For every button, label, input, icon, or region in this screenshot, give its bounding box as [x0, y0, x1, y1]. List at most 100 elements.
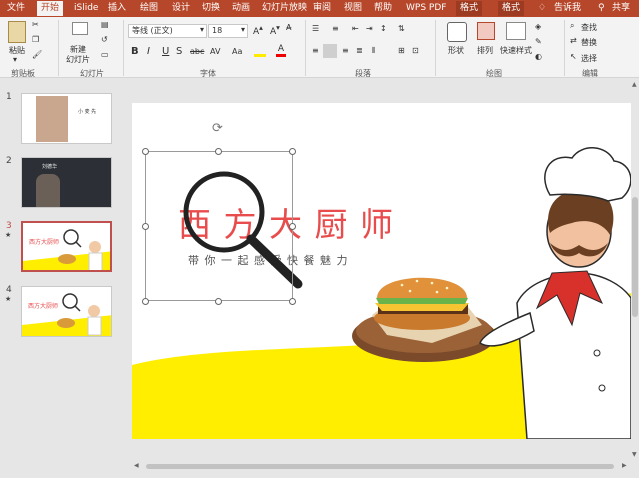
align-text-icon[interactable]: ⊞: [398, 46, 405, 55]
tab-review[interactable]: 审阅: [309, 1, 335, 16]
line-spacing-icon[interactable]: ↕: [380, 24, 387, 33]
italic-button[interactable]: I: [147, 46, 150, 57]
resize-handle[interactable]: [215, 148, 222, 155]
find-button[interactable]: 查找: [581, 22, 597, 33]
tab-draw[interactable]: 绘图: [136, 1, 162, 16]
shape-outline-icon[interactable]: ✎: [535, 37, 542, 46]
increase-indent-icon[interactable]: ⇥: [366, 24, 373, 33]
select-button[interactable]: 选择: [581, 53, 597, 64]
clear-format-icon[interactable]: A̶: [286, 23, 291, 32]
paste-icon[interactable]: [8, 21, 26, 43]
ribbon-tab-bar: 文件 开始 iSlide 插入 绘图 设计 切换 动画 幻灯片放映 审阅 视图 …: [0, 0, 639, 17]
tab-slideshow[interactable]: 幻灯片放映: [258, 1, 311, 16]
grow-font-icon[interactable]: A▴: [253, 23, 263, 37]
cut-icon[interactable]: ✂: [32, 20, 39, 29]
tab-format-2[interactable]: 格式: [498, 1, 525, 16]
scroll-thumb[interactable]: [146, 464, 614, 469]
strikethrough-button[interactable]: abc: [190, 47, 204, 56]
shape-effects-icon[interactable]: ◐: [535, 52, 542, 61]
change-case-button[interactable]: Aa: [232, 47, 242, 56]
thumb-title: 西方大厨师: [29, 239, 60, 246]
tell-me-box[interactable]: 告诉我: [550, 1, 585, 16]
shadow-button[interactable]: S: [176, 46, 182, 57]
arrange-button[interactable]: 排列: [477, 45, 493, 56]
slide-number: 3: [6, 221, 12, 231]
section-icon[interactable]: ▭: [101, 50, 109, 59]
layout-icon[interactable]: ▤: [101, 20, 109, 29]
font-name-select[interactable]: 等线 (正文): [128, 24, 207, 38]
resize-handle[interactable]: [289, 223, 296, 230]
tab-insert[interactable]: 插入: [104, 1, 130, 16]
tab-home[interactable]: 开始: [37, 1, 64, 16]
slide-thumbnail-1[interactable]: 小 麦 先: [21, 93, 112, 144]
numbering-icon[interactable]: ≡: [332, 24, 339, 33]
tab-transitions[interactable]: 切换: [198, 1, 224, 16]
columns-icon[interactable]: ⫴: [372, 46, 375, 56]
shapes-button[interactable]: 形状: [448, 45, 464, 56]
scroll-right-icon[interactable]: ▶: [622, 462, 627, 469]
tab-islide[interactable]: iSlide: [70, 1, 102, 16]
replace-button[interactable]: 替换: [581, 37, 597, 48]
thumb-title: 西方大厨师: [28, 303, 59, 310]
text-direction-icon[interactable]: ⇅: [398, 24, 405, 33]
copy-icon[interactable]: ❐: [32, 35, 39, 44]
tab-file[interactable]: 文件: [3, 1, 29, 16]
slide-number: 4: [6, 285, 12, 295]
resize-handle[interactable]: [142, 223, 149, 230]
rotate-handle-icon[interactable]: ⟳: [212, 121, 223, 136]
resize-handle[interactable]: [215, 298, 222, 305]
quick-styles-icon[interactable]: [506, 22, 526, 40]
slide-thumbnail-4[interactable]: 西方大厨师: [21, 286, 112, 337]
divider: [58, 20, 59, 76]
resize-handle[interactable]: [142, 298, 149, 305]
highlight-icon[interactable]: [254, 46, 266, 57]
smartart-icon[interactable]: ⊡: [412, 46, 419, 55]
reset-icon[interactable]: ↺: [101, 35, 108, 44]
bold-button[interactable]: B: [131, 46, 139, 57]
align-left-icon[interactable]: ≡: [312, 46, 319, 55]
align-right-icon[interactable]: ≡: [342, 46, 349, 55]
chevron-down-icon[interactable]: ▾: [241, 25, 245, 34]
font-color-icon[interactable]: A: [276, 45, 286, 57]
selection-box[interactable]: [145, 151, 293, 301]
shrink-font-icon[interactable]: A▾: [270, 23, 280, 37]
slide-thumbnail-3[interactable]: 西方大厨师: [21, 221, 112, 272]
arrange-icon[interactable]: [477, 22, 495, 40]
justify-icon[interactable]: ≣: [356, 46, 363, 55]
resize-handle[interactable]: [142, 148, 149, 155]
tab-wps-pdf[interactable]: WPS PDF: [402, 1, 450, 16]
horizontal-scrollbar[interactable]: ◀ ▶: [132, 462, 631, 471]
slide-number: 1: [6, 92, 12, 102]
format-painter-icon[interactable]: 🖌: [32, 50, 42, 59]
scroll-left-icon[interactable]: ◀: [134, 462, 139, 469]
ribbon-home: 粘贴 ▾ ✂ ❐ 🖌 剪贴板 新建 幻灯片 ▤ ↺ ▭ 幻灯片 等线 (正文) …: [0, 17, 639, 78]
share-button[interactable]: 共享: [608, 1, 634, 16]
quick-styles-button[interactable]: 快速样式: [500, 45, 532, 56]
slide-canvas[interactable]: 西 方 大 厨 师 带 你 一 起 感 受 快 餐 魅 力: [132, 103, 631, 439]
tab-help[interactable]: 帮助: [370, 1, 396, 16]
shapes-icon[interactable]: [447, 22, 467, 42]
scroll-down-icon[interactable]: ▼: [632, 451, 637, 458]
scroll-up-icon[interactable]: ▲: [632, 81, 637, 88]
group-label-editing: 编辑: [582, 69, 598, 78]
new-slide-label[interactable]: 幻灯片: [66, 54, 90, 65]
vertical-scrollbar[interactable]: ▲ ▼: [631, 79, 639, 461]
bullets-icon[interactable]: ☰: [312, 24, 319, 33]
decrease-indent-icon[interactable]: ⇤: [352, 24, 359, 33]
tab-animations[interactable]: 动画: [228, 1, 254, 16]
tab-view[interactable]: 视图: [340, 1, 366, 16]
tab-design[interactable]: 设计: [168, 1, 194, 16]
underline-button[interactable]: U: [162, 46, 169, 57]
tab-format-1[interactable]: 格式: [456, 1, 483, 16]
paste-dropdown-icon[interactable]: ▾: [13, 55, 17, 64]
resize-handle[interactable]: [289, 148, 296, 155]
slide-thumbnail-2[interactable]: 刘德华: [21, 157, 112, 208]
shape-fill-icon[interactable]: ◈: [535, 22, 541, 31]
scroll-thumb[interactable]: [632, 197, 638, 317]
new-slide-icon[interactable]: [72, 22, 88, 35]
chevron-down-icon[interactable]: ▾: [200, 25, 204, 34]
resize-handle[interactable]: [289, 298, 296, 305]
spacing-button[interactable]: AV: [210, 47, 220, 56]
align-center-icon[interactable]: [323, 44, 337, 58]
group-label-slides: 幻灯片: [80, 69, 104, 78]
